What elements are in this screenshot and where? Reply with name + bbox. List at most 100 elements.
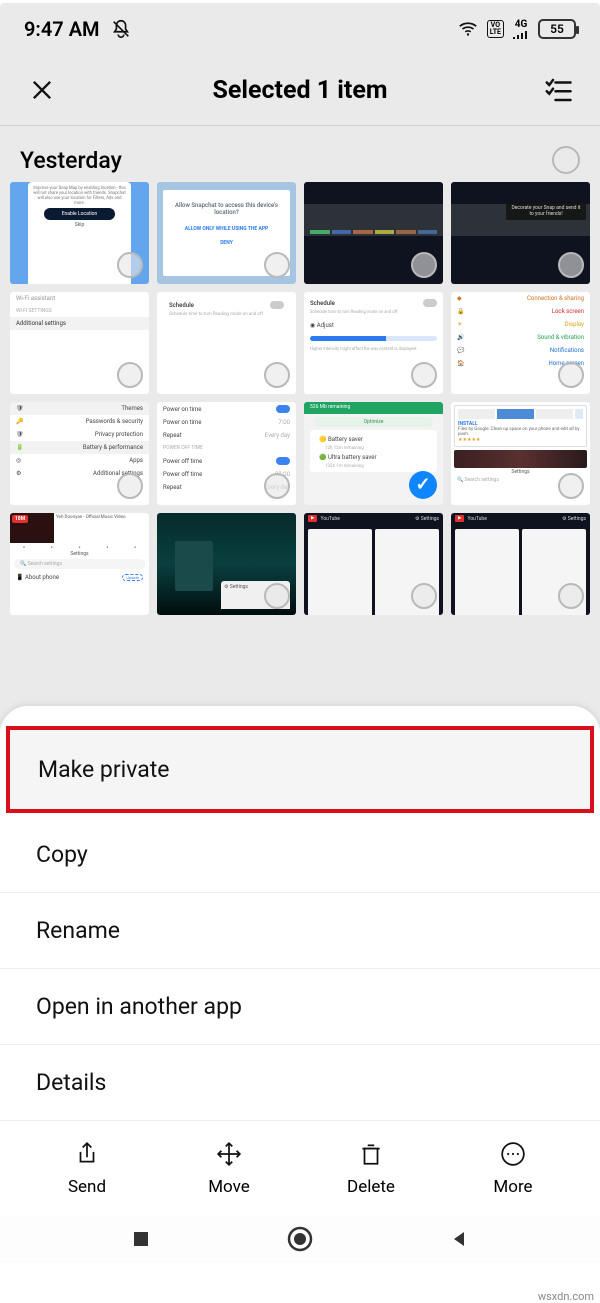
thumbnail[interactable]: ▶ YouTube ⚙ Settings <box>451 513 590 615</box>
thumbnail[interactable]: Allow Snapchat to access this device's l… <box>157 182 296 284</box>
select-radio[interactable] <box>558 362 584 388</box>
menu-rename[interactable]: Rename <box>0 893 600 969</box>
thumb-text: Repeat <box>163 432 182 439</box>
select-radio[interactable] <box>558 252 584 278</box>
menu-copy[interactable]: Copy <box>0 817 600 893</box>
thumbnail[interactable]: Schedule Schedule time to turn Reading m… <box>304 292 443 394</box>
network-icon: 4G <box>512 19 530 40</box>
thumbnail[interactable]: Wi-Fi assistant WI-FI SETTINGS Additiona… <box>10 292 149 394</box>
menu-make-private[interactable]: Make private <box>6 726 594 813</box>
thumbnail[interactable]: INSTALL Files by Google: Clean up space … <box>451 402 590 504</box>
action-bar: Send Move <box>0 1120 600 1219</box>
select-radio[interactable] <box>411 583 437 609</box>
thumbnail[interactable]: Schedule Schedule time to turn Reading m… <box>157 292 296 394</box>
thumbnail[interactable]: ◆ Connection & sharing 🔒 Lock screen ☀ D… <box>451 292 590 394</box>
thumb-text: Privacy protection <box>95 431 143 438</box>
status-bar: 9:47 AM VO LTE 4G 55 <box>0 3 600 55</box>
thumb-text: Search settings <box>27 561 61 567</box>
thumb-text: Battery & performance <box>83 444 143 451</box>
thumb-text: ALLOW ONLY WHILE USING THE APP <box>167 222 286 236</box>
thumbnail[interactable]: 🛡 Themes 🔑 Passwords & security 🛡 Privac… <box>10 402 149 504</box>
selected-check-icon[interactable]: ✓ <box>409 471 437 499</box>
select-radio[interactable] <box>411 362 437 388</box>
select-radio[interactable] <box>264 583 290 609</box>
thumb-text: Themes <box>121 405 143 412</box>
thumb-text: 526 Mb remaining <box>304 402 443 414</box>
thumbnail[interactable]: Power on time Power on time7:00 RepeatEv… <box>157 402 296 504</box>
thumbnail[interactable] <box>304 182 443 284</box>
thumb-text: Settings <box>568 516 586 522</box>
select-radio[interactable] <box>558 473 584 499</box>
thumb-text: Additional settings <box>10 317 149 330</box>
thumb-text: WI-FI SETTINGS <box>10 305 149 317</box>
thumb-text: Repeat <box>163 484 182 491</box>
thumb-text: Allow Snapchat to access this device's l… <box>167 196 286 222</box>
thumb-text: Apps <box>129 457 143 464</box>
thumb-text: Settings <box>421 516 439 522</box>
recents-button[interactable] <box>123 1221 159 1257</box>
title-bar: Selected 1 item <box>0 55 600 125</box>
thumb-text: YouTube <box>467 516 486 522</box>
watermark: wsxdn.com <box>538 1290 594 1303</box>
thumb-text: Search settings <box>464 477 498 483</box>
menu-details[interactable]: Details <box>0 1045 600 1120</box>
action-label: Delete <box>347 1177 395 1197</box>
send-button[interactable]: Send <box>32 1139 142 1197</box>
select-section-radio[interactable] <box>552 146 580 174</box>
select-all-icon[interactable] <box>540 72 576 108</box>
thumbnail[interactable]: 18M Yeh Dooriyan - Official Music Video … <box>10 513 149 615</box>
delete-icon <box>356 1139 386 1169</box>
thumbnail[interactable]: ⚙ Settings <box>157 513 296 615</box>
more-button[interactable]: More <box>458 1139 568 1197</box>
thumb-text: Schedule time to turn Reading mode on an… <box>163 312 290 317</box>
volte-icon: VO LTE <box>487 20 504 38</box>
slider <box>310 336 437 341</box>
thumbnail[interactable]: 526 Mb remaining Optimize 🟡 Battery save… <box>304 402 443 504</box>
thumbnail[interactable]: Improve your Snap Map by enabling locati… <box>10 182 149 284</box>
action-label: More <box>493 1177 532 1197</box>
dnd-icon <box>110 18 132 40</box>
thumb-text: Adjust <box>317 322 334 329</box>
send-icon <box>72 1139 102 1169</box>
thumb-text: Battery saver <box>328 436 363 443</box>
move-button[interactable]: Move <box>174 1139 284 1197</box>
thumbnail[interactable]: ▶ YouTube ⚙ Settings <box>304 513 443 615</box>
wifi-icon <box>457 18 479 40</box>
thumb-text: Ultra battery saver <box>328 454 377 461</box>
thumb-text: DENY <box>167 236 286 250</box>
thumb-text: Enable Location <box>44 208 115 220</box>
thumb-text: Settings <box>10 551 149 557</box>
page-title: Selected 1 item <box>60 76 540 105</box>
select-radio[interactable] <box>264 362 290 388</box>
select-radio[interactable] <box>117 362 143 388</box>
select-radio[interactable] <box>117 473 143 499</box>
select-radio[interactable] <box>411 252 437 278</box>
thumb-text: Notifications <box>550 347 584 354</box>
thumb-text: Schedule <box>310 300 335 307</box>
section-title: Yesterday <box>20 147 122 174</box>
thumb-text: Power on time <box>163 419 201 426</box>
action-label: Send <box>68 1177 106 1197</box>
menu-open-in-app[interactable]: Open in another app <box>0 969 600 1045</box>
thumb-text: Higher intensity might affect the way co… <box>304 345 443 354</box>
thumb-text: Skip <box>32 222 127 228</box>
close-icon[interactable] <box>24 72 60 108</box>
delete-button[interactable]: Delete <box>316 1139 426 1197</box>
thumb-text: Improve your Snap Map by enabling locati… <box>32 186 127 206</box>
thumb-text: POWER OFF TIME <box>157 442 296 454</box>
thumbnail[interactable]: Decorate your Snap and send it to your f… <box>451 182 590 284</box>
thumb-text: Schedule <box>169 302 194 309</box>
select-radio[interactable] <box>264 473 290 499</box>
action-label: Move <box>208 1177 250 1197</box>
back-button[interactable] <box>441 1221 477 1257</box>
thumb-text: About phone <box>25 574 59 581</box>
thumb-text: Display <box>565 321 584 328</box>
thumb-text: Settings <box>230 584 248 590</box>
thumb-text: Decorate your Snap and send it to your f… <box>506 202 586 220</box>
bottom-sheet: Make private Copy Rename Open in another… <box>0 706 600 1219</box>
thumbnail-grid: Improve your Snap Map by enabling locati… <box>0 182 600 623</box>
home-button[interactable] <box>282 1221 318 1257</box>
thumb-text: 133h 1m remaining <box>313 464 434 469</box>
move-icon <box>214 1139 244 1169</box>
select-radio[interactable] <box>558 583 584 609</box>
